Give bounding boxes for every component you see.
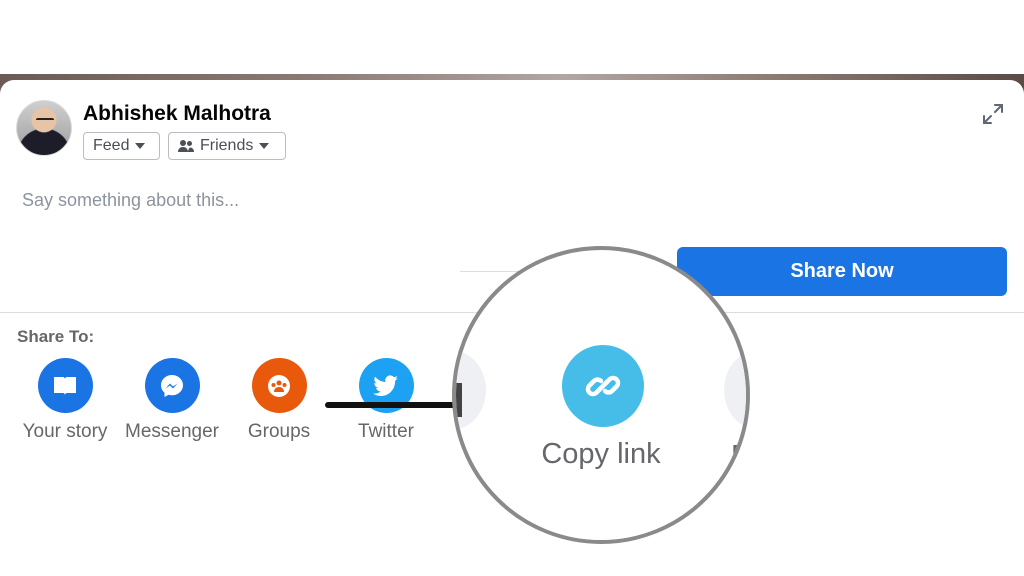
- share-target-messenger[interactable]: Messenger: [117, 358, 227, 443]
- audience-feed-button[interactable]: Feed: [83, 132, 160, 160]
- share-target-your-story[interactable]: Your story: [10, 358, 120, 443]
- groups-icon: [251, 358, 307, 413]
- caret-down-icon: [135, 143, 146, 149]
- audience-friends-label: Friends: [200, 137, 254, 154]
- caret-down-icon: [259, 143, 270, 149]
- share-target-label: Messenger: [125, 421, 219, 442]
- composer-input[interactable]: Say something about this...: [22, 190, 239, 211]
- share-target-label: Groups: [247, 421, 311, 442]
- expand-icon[interactable]: [981, 102, 1005, 126]
- link-icon: [585, 375, 621, 397]
- share-target-groups[interactable]: Groups: [224, 358, 334, 443]
- share-target-label: Twitter: [358, 421, 414, 442]
- partial-label: M: [731, 440, 746, 473]
- share-target-twitter[interactable]: Twitter: [331, 358, 441, 443]
- magnifier-lower: [456, 504, 746, 540]
- audience-feed-label: Feed: [93, 137, 130, 154]
- copy-link-button[interactable]: [562, 345, 644, 427]
- partial-edge: [456, 383, 462, 417]
- share-target-label: Your story: [22, 421, 108, 442]
- share-to-heading: Share To:: [17, 327, 95, 346]
- audience-friends-button[interactable]: Friends: [168, 132, 286, 160]
- messenger-icon: [144, 358, 200, 413]
- user-name: Abhishek Malhotra: [83, 102, 271, 125]
- copy-link-label: Copy link: [541, 438, 661, 470]
- friends-icon: [178, 140, 194, 152]
- avatar: [16, 100, 72, 156]
- book-icon: [37, 358, 93, 413]
- share-target-partial: [724, 350, 746, 430]
- magnifier-callout: Copy link M: [452, 246, 750, 544]
